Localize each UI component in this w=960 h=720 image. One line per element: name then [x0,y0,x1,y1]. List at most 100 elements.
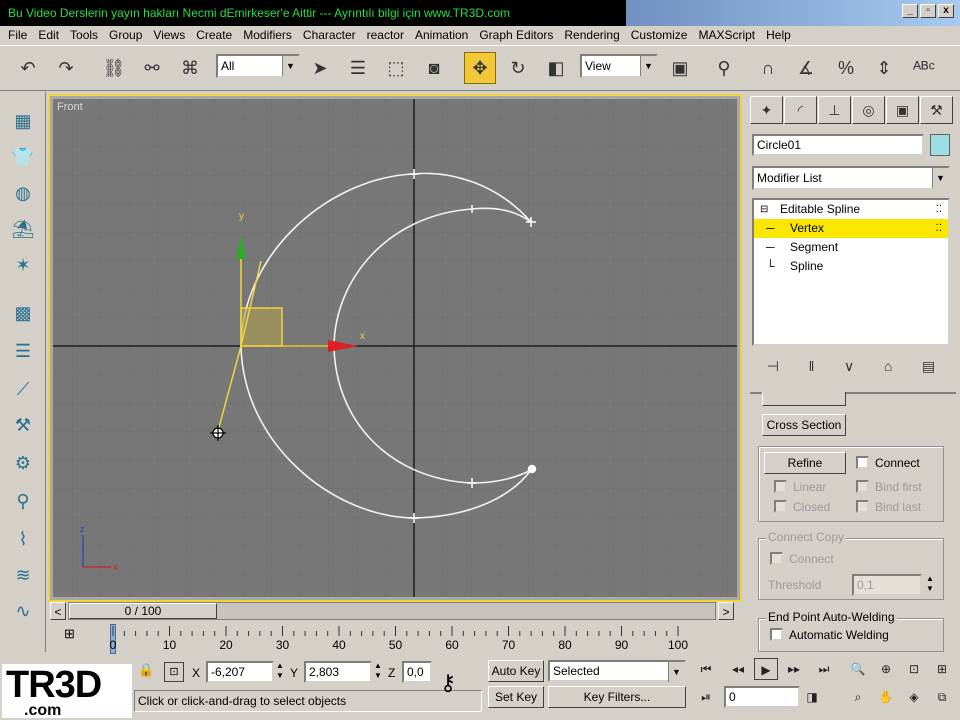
stack-item-spline[interactable]: └ Spline [754,257,948,276]
y-coordinate-input[interactable]: 2,803 [304,661,372,683]
snap-3d-icon[interactable]: ∩ [752,52,784,84]
connect-copy-checkbox[interactable]: Connect [770,552,834,566]
menu-customize[interactable]: Customize [627,28,695,42]
z-coordinate-input[interactable]: 0,0 [402,661,432,683]
time-slider-next-button[interactable]: > [718,602,734,620]
bind-first-checkbox[interactable]: Bind first [856,480,922,494]
zoom-all-icon[interactable]: ⊕ [874,658,898,680]
y-spinner[interactable]: ▲ ▼ [374,661,382,681]
maximize-viewport-icon[interactable]: ⧉ [930,686,954,708]
mirror-icon[interactable]: ⚲ [708,52,740,84]
time-slider-track[interactable]: 0 / 100 [68,602,716,620]
object-name-field[interactable]: Circle01 [752,134,924,156]
undo-icon[interactable]: ↶ [12,52,44,84]
spinner-snap-icon[interactable]: ⇕ [868,52,900,84]
auto-key-button[interactable]: Auto Key [488,660,544,682]
modify-tab[interactable]: ◜ [784,96,817,124]
menu-tools[interactable]: Tools [66,28,105,42]
percent-snap-icon[interactable]: % [830,52,862,84]
threshold-spinner[interactable]: ▲ ▼ [924,574,936,596]
bind-spacewarp-icon[interactable]: ⌘ [174,52,206,84]
named-selection-icon[interactable]: ᴬᴮᶜ [908,52,940,84]
select-arrow-icon[interactable]: ➤ [304,52,336,84]
redo-icon[interactable]: ↷ [50,52,82,84]
stack-item-vertex[interactable]: ─ Vertex ⁚⁚ [754,219,948,238]
modifier-list-select[interactable]: Modifier List ▼ [752,166,950,190]
configure-sets-icon[interactable]: ▤ [922,358,935,375]
menu-file[interactable]: File [4,28,34,42]
spring-icon[interactable]: ⌇ [7,524,39,554]
threshold-input[interactable]: 0,1 [852,574,922,596]
key-filters-button[interactable]: Key Filters... [548,686,686,708]
next-frame-icon[interactable]: ▸▸ [782,658,806,680]
menu-maxscript[interactable]: MAXScript [694,28,762,42]
closed-checkbox[interactable]: Closed [774,500,830,514]
select-by-name-icon[interactable]: ☰ [342,52,374,84]
stack-item-segment[interactable]: ─ Segment [754,238,948,257]
hierarchy-tab[interactable]: ⊥ [818,96,851,124]
key-icon[interactable]: ⚷ [440,670,456,696]
pivot-icon[interactable]: ▣ [664,52,696,84]
menu-create[interactable]: Create [192,28,239,42]
shirt-icon[interactable]: 👕 [7,142,39,172]
key-mode-select[interactable]: Selected ▼ [548,660,686,682]
go-to-start-icon[interactable]: ⏮ [694,658,718,680]
reference-coord-select[interactable]: View ▼ [580,54,658,78]
gear-icon[interactable]: ⚙ [7,448,39,478]
window-crossing-icon[interactable]: ◙ [418,52,450,84]
lock-icon[interactable]: 🔒 [138,662,154,678]
motion-tab[interactable]: ◎ [852,96,885,124]
refine-button[interactable]: Refine [764,452,846,474]
viewport-canvas[interactable]: y x z x Front [53,99,737,597]
viewport-label[interactable]: Front [57,101,83,113]
restore-button[interactable]: ▫ [920,4,936,18]
remove-modifier-icon[interactable]: ⌂ [884,358,892,374]
minimize-button[interactable]: _ [902,4,918,18]
collapse-icon[interactable]: ⊟ [760,200,768,219]
time-slider-thumb[interactable]: 0 / 100 [69,603,217,619]
pin-icon[interactable]: ⚲ [7,486,39,516]
x-coordinate-input[interactable]: -6,207 [206,661,274,683]
menu-edit[interactable]: Edit [34,28,66,42]
stack-item-editable-spline[interactable]: ⊟ Editable Spline ⁚⁚ [754,200,948,219]
x-spinner[interactable]: ▲ ▼ [276,661,284,681]
angle-snap-icon[interactable]: ∡ [790,52,822,84]
time-config-icon[interactable]: ◨ [800,686,824,708]
region-zoom-icon[interactable]: ⌕ [846,686,870,708]
close-button[interactable]: x [938,4,954,18]
menu-rendering[interactable]: Rendering [560,28,626,42]
menu-animation[interactable]: Animation [411,28,475,42]
display-tab[interactable]: ▣ [886,96,919,124]
menu-reactor[interactable]: reactor [363,28,411,42]
track-bar[interactable]: ⊞ 0 10 20 30 40 50 60 70 80 90 100 [48,624,742,656]
selection-filter-select[interactable]: All ▼ [216,54,300,78]
current-frame-input[interactable]: 0 [724,686,800,708]
object-color-swatch[interactable] [930,134,950,156]
bone-icon[interactable]: ⟋ [7,374,39,404]
cross-section-button[interactable]: Cross Section [762,414,846,436]
menu-character[interactable]: Character [299,28,363,42]
pin-stack-icon[interactable]: ⊣ [767,358,779,375]
pan-hand-icon[interactable]: ✋ [874,686,898,708]
character-icon[interactable]: ✶ [7,250,39,280]
key-mode-toggle-icon[interactable]: ⏯ [694,686,718,708]
scale-icon[interactable]: ◧ [540,52,572,84]
zoom-icon[interactable]: 🔍 [846,658,870,680]
time-slider-prev-button[interactable]: < [50,602,66,620]
set-key-button[interactable]: Set Key [488,686,544,708]
wrench-icon[interactable]: ⚒ [7,410,39,440]
automatic-welding-checkbox[interactable]: Automatic Welding [770,628,889,642]
rollout-partial-button[interactable] [762,392,846,406]
create-tab[interactable]: ✦ [750,96,783,124]
show-end-result-icon[interactable]: ‖ [809,358,815,374]
utilities-tab[interactable]: ⚒ [920,96,953,124]
menu-graph-editors[interactable]: Graph Editors [475,28,560,42]
absolute-mode-icon[interactable]: ⊡ [164,662,184,682]
connect-checkbox[interactable]: Connect [856,456,920,470]
gizmo-xy-plane[interactable] [240,307,283,347]
link-icon[interactable]: ⛓ [98,52,130,84]
bind-last-checkbox[interactable]: Bind last [856,500,921,514]
menu-views[interactable]: Views [149,28,192,42]
make-unique-icon[interactable]: ∨ [844,358,854,375]
box-icon[interactable]: ▦ [7,106,39,136]
